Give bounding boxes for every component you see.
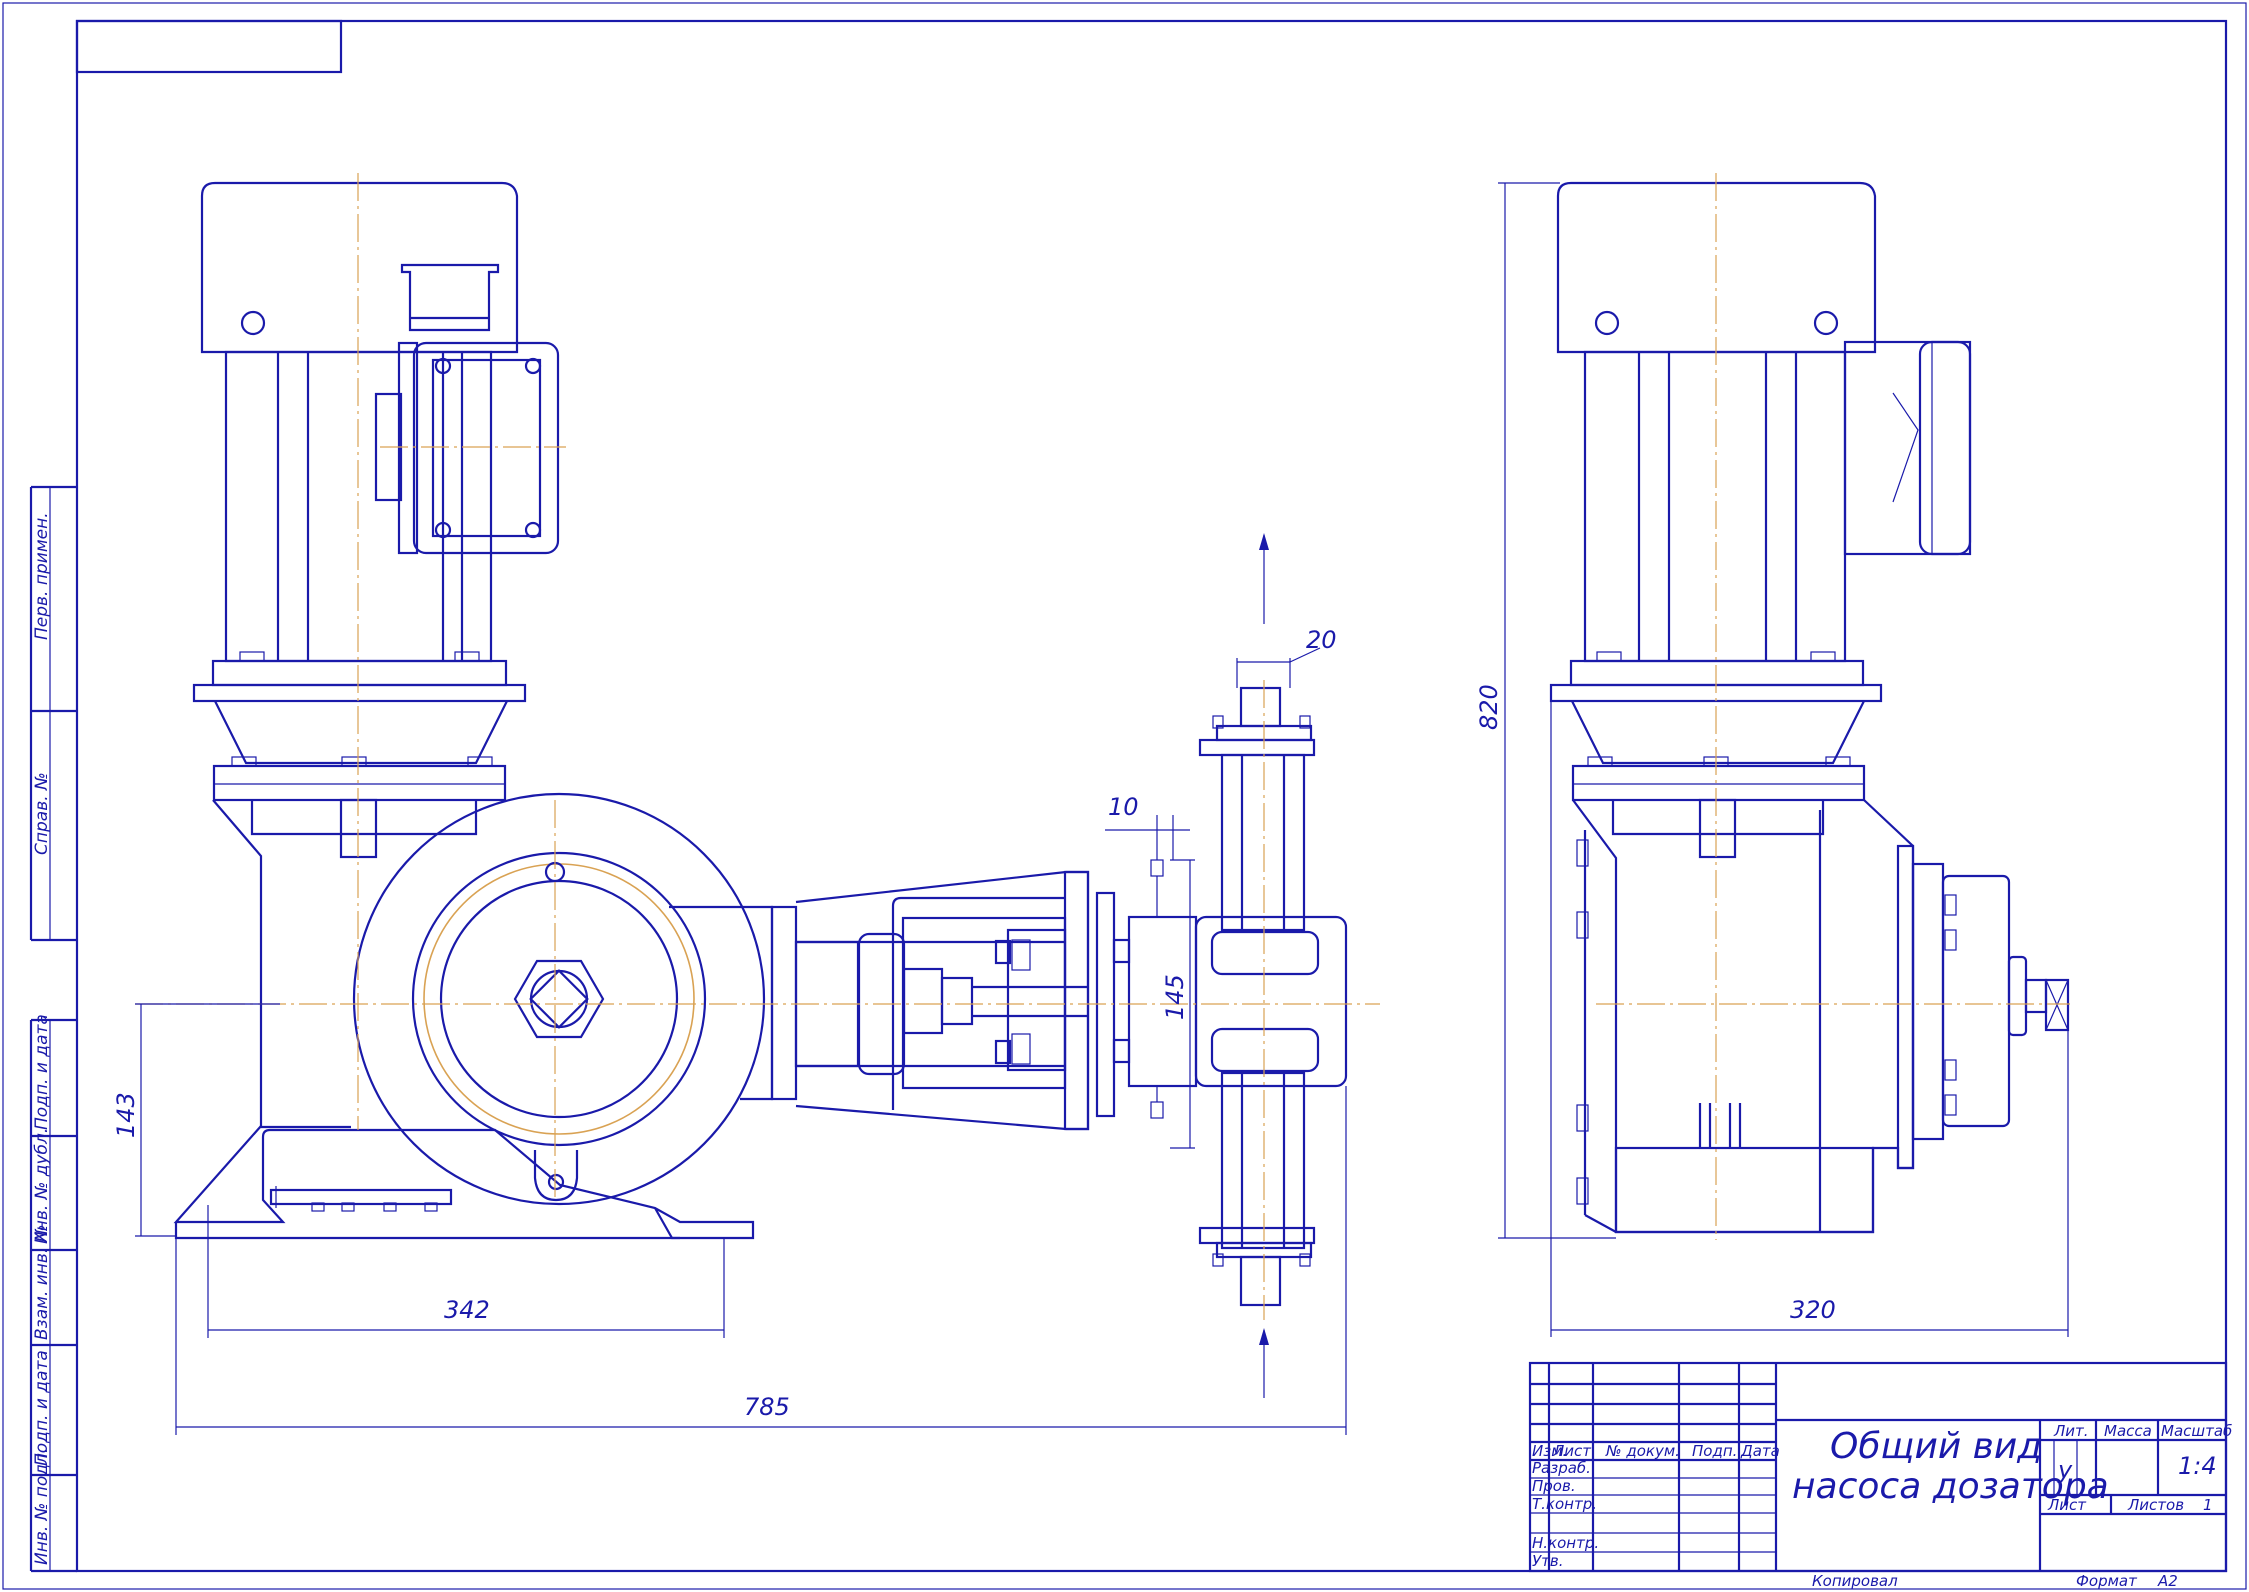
dim-20: 20 [1306, 626, 1337, 654]
dim-143: 143 [112, 1092, 140, 1138]
dim-820: 820 [1475, 684, 1503, 730]
dim-342: 342 [444, 1296, 490, 1324]
row-razrab: Разраб. [1532, 1459, 1591, 1477]
format-value: A2 [2157, 1572, 2178, 1590]
stamp-sprav-no: Справ. № [32, 772, 52, 855]
sheets-label: Листов [2127, 1496, 2184, 1514]
col-podp: Подп. [1692, 1442, 1737, 1460]
dim-320: 320 [1790, 1296, 1836, 1324]
dim-10: 10 [1108, 793, 1139, 821]
side-stamp: Перв. примен. Справ. № Подп. и дата Инв.… [29, 485, 77, 1573]
sheets-value: 1 [2203, 1496, 2213, 1514]
sheet-label: Лист [2047, 1496, 2087, 1514]
scale-value: 1:4 [2178, 1452, 2217, 1480]
col-ndokum: № докум. [1605, 1442, 1680, 1460]
dim-145: 145 [1161, 974, 1189, 1020]
row-tkontr: Т.контр. [1532, 1495, 1597, 1513]
row-prov: Пров. [1532, 1477, 1576, 1495]
lit-value: у [2057, 1456, 2073, 1484]
side-view [1549, 173, 2070, 1240]
col-list: Лист [1552, 1442, 1592, 1460]
lit-label: Лит. [2053, 1422, 2089, 1440]
stamp-vzam-inv: Взам. инв. № [32, 1225, 52, 1340]
stamp-inv-podl: Инв. № подл. [32, 1448, 52, 1565]
format-label: Формат [2076, 1572, 2138, 1590]
row-utv: Утв. [1532, 1552, 1564, 1570]
masshtab-label: Масштаб [2161, 1422, 2232, 1440]
massa-label: Масса [2104, 1422, 2152, 1440]
dimensions: 20 10 145 143 342 785 820 320 [112, 182, 2069, 1435]
title-block: Общий вид насоса дозатора Изм. Лист № до… [1528, 1361, 2232, 1590]
title-line-1: Общий вид [1830, 1426, 2042, 1467]
row-nkontr: Н.контр. [1532, 1534, 1599, 1552]
copied-label: Копировал [1812, 1572, 1898, 1590]
col-data: Дата [1740, 1442, 1780, 1460]
stamp-podp-data-1: Подп. и дата [32, 1014, 52, 1130]
stamp-perv-primen: Перв. примен. [32, 512, 52, 640]
front-view [135, 173, 1380, 1398]
dim-785: 785 [744, 1393, 790, 1421]
drawing-sheet: Перв. примен. Справ. № Подп. и дата Инв.… [2, 2, 2247, 1590]
